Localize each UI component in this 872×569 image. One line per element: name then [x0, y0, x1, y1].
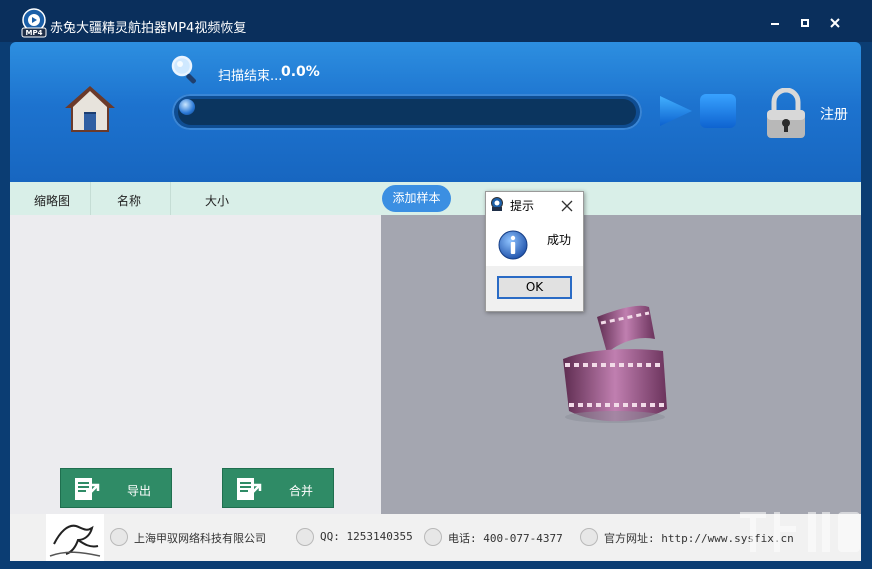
column-thumbnail[interactable]: 缩略图: [34, 192, 70, 209]
qq-number: QQ: 1253140355: [320, 530, 413, 543]
home-icon[interactable]: [63, 82, 117, 136]
export-label: 导出: [127, 484, 152, 498]
progress-inner: [178, 99, 636, 125]
title-bar: MP4 赤兔大疆精灵航拍器MP4视频恢复: [0, 0, 872, 42]
merge-label: 合并: [289, 484, 314, 498]
file-list-panel[interactable]: 导出 合并: [10, 215, 381, 514]
window-title: 赤兔大疆精灵航拍器MP4视频恢复: [50, 21, 247, 36]
merge-icon: [237, 478, 262, 500]
column-divider: [90, 182, 91, 215]
stop-icon[interactable]: [700, 94, 736, 128]
maximize-icon: [801, 19, 809, 27]
dialog-footer: OK: [486, 266, 583, 311]
dialog-body: 成功: [486, 218, 583, 266]
column-size[interactable]: 大小: [205, 192, 229, 209]
close-icon: [561, 200, 573, 212]
film-reel-icon: [563, 305, 667, 423]
mp4-logo-icon: MP4: [21, 8, 47, 38]
message-dialog: 提示 成功 OK: [485, 191, 584, 312]
dialog-title: 提示: [510, 199, 535, 213]
info-icon: [498, 230, 528, 260]
logo-text: MP4: [26, 29, 43, 37]
globe-icon: [580, 528, 598, 546]
lock-icon[interactable]: [764, 88, 808, 140]
add-sample-button[interactable]: 添加样本: [382, 185, 451, 212]
minimize-icon: [771, 23, 779, 25]
maximize-button[interactable]: [796, 14, 814, 32]
minimize-button[interactable]: [766, 14, 784, 32]
company-name: 上海甲驭网络科技有限公司: [134, 532, 266, 545]
toolbar-area: 扫描结束... 0.0% 注册: [10, 42, 861, 182]
ok-button[interactable]: OK: [497, 276, 572, 299]
dialog-message: 成功: [547, 233, 572, 247]
column-divider: [170, 182, 171, 215]
export-icon: [75, 478, 100, 500]
preview-panel: [381, 215, 861, 514]
close-button[interactable]: [826, 14, 844, 32]
watermark-logo: [740, 512, 860, 552]
phone-number: 电话: 400-077-4377: [448, 532, 563, 545]
register-link[interactable]: 注册: [820, 104, 848, 124]
export-button[interactable]: 导出: [60, 468, 172, 508]
app-window: MP4 赤兔大疆精灵航拍器MP4视频恢复 扫描结束... 0.0% 注册 缩略图…: [0, 0, 872, 569]
qq-icon: [296, 528, 314, 546]
merge-button[interactable]: 合并: [222, 468, 334, 508]
search-icon: [171, 55, 196, 84]
dialog-app-icon: [491, 197, 503, 211]
progress-knob: [179, 99, 195, 115]
scan-percent: 0.0%: [281, 64, 320, 80]
scan-status: 扫描结束...: [218, 69, 283, 84]
column-name[interactable]: 名称: [117, 192, 141, 209]
company-icon: [110, 528, 128, 546]
list-header: 缩略图 名称 大小 添加样本: [10, 182, 861, 215]
horse-logo-icon: [46, 514, 104, 561]
phone-icon: [424, 528, 442, 546]
scan-progress-bar: [172, 94, 642, 130]
play-icon[interactable]: [658, 94, 694, 128]
dialog-close-button[interactable]: [560, 196, 574, 217]
close-icon: [830, 18, 840, 28]
